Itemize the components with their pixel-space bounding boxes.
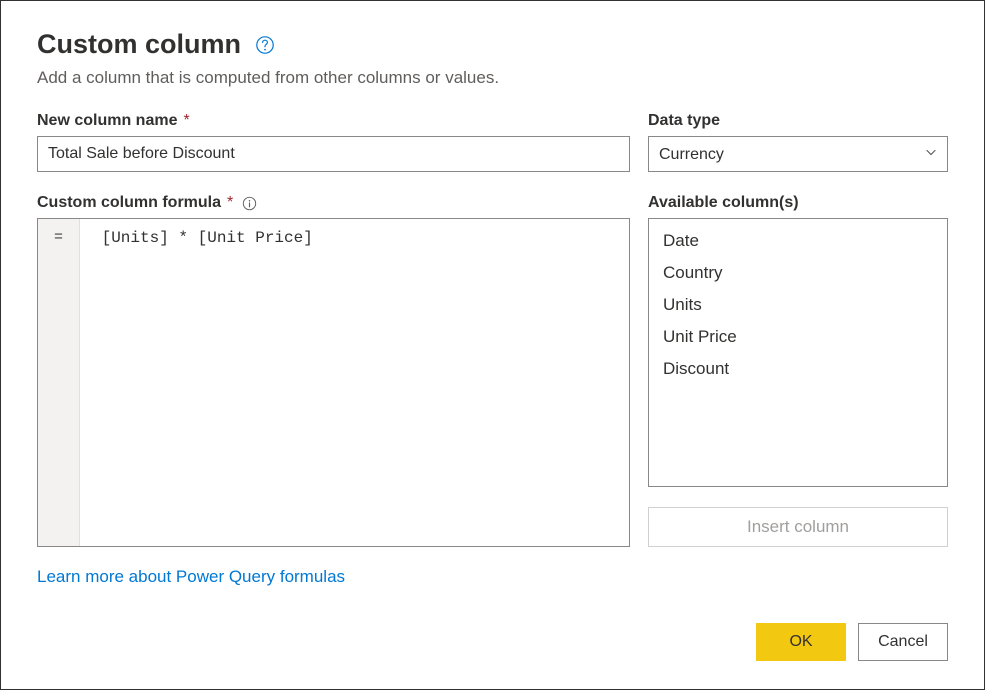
available-columns-list: Date Country Units Unit Price Discount [648,218,948,487]
column-item[interactable]: Discount [649,353,947,385]
custom-column-dialog: Custom column Add a column that is compu… [0,0,985,690]
column-item[interactable]: Units [649,289,947,321]
new-column-name-label-text: New column name [37,112,177,130]
formula-gutter: = [38,219,80,546]
insert-column-button[interactable]: Insert column [648,507,948,547]
available-columns-label: Available column(s) [648,194,948,212]
new-column-name-label: New column name * [37,112,630,130]
dialog-subtitle: Add a column that is computed from other… [37,68,948,88]
required-marker: * [183,112,189,130]
left-column: New column name * Custom column formula … [37,112,630,547]
learn-more-link[interactable]: Learn more about Power Query formulas [37,567,345,586]
column-item[interactable]: Unit Price [649,321,947,353]
data-type-label: Data type [648,112,948,130]
formula-label-text: Custom column formula [37,194,221,212]
column-item[interactable]: Date [649,225,947,257]
column-item[interactable]: Country [649,257,947,289]
dialog-title: Custom column [37,29,241,60]
formula-editor-box: = [37,218,630,547]
formula-label: Custom column formula * [37,194,630,212]
dialog-footer: OK Cancel [37,623,948,661]
data-type-select-wrap: Currency [648,136,948,172]
info-icon[interactable] [241,195,257,211]
formula-input[interactable] [80,219,629,546]
data-type-field: Data type Currency [648,112,948,172]
help-icon[interactable] [255,35,275,55]
learn-more-row: Learn more about Power Query formulas [37,567,948,587]
dialog-header: Custom column [37,29,948,60]
main-content: New column name * Custom column formula … [37,112,948,547]
ok-button[interactable]: OK [756,623,846,661]
new-column-name-input[interactable] [37,136,630,172]
data-type-select[interactable]: Currency [648,136,948,172]
new-column-name-field: New column name * [37,112,630,172]
right-column: Data type Currency Available column(s) D… [648,112,948,547]
required-marker: * [227,194,233,212]
cancel-button[interactable]: Cancel [858,623,948,661]
